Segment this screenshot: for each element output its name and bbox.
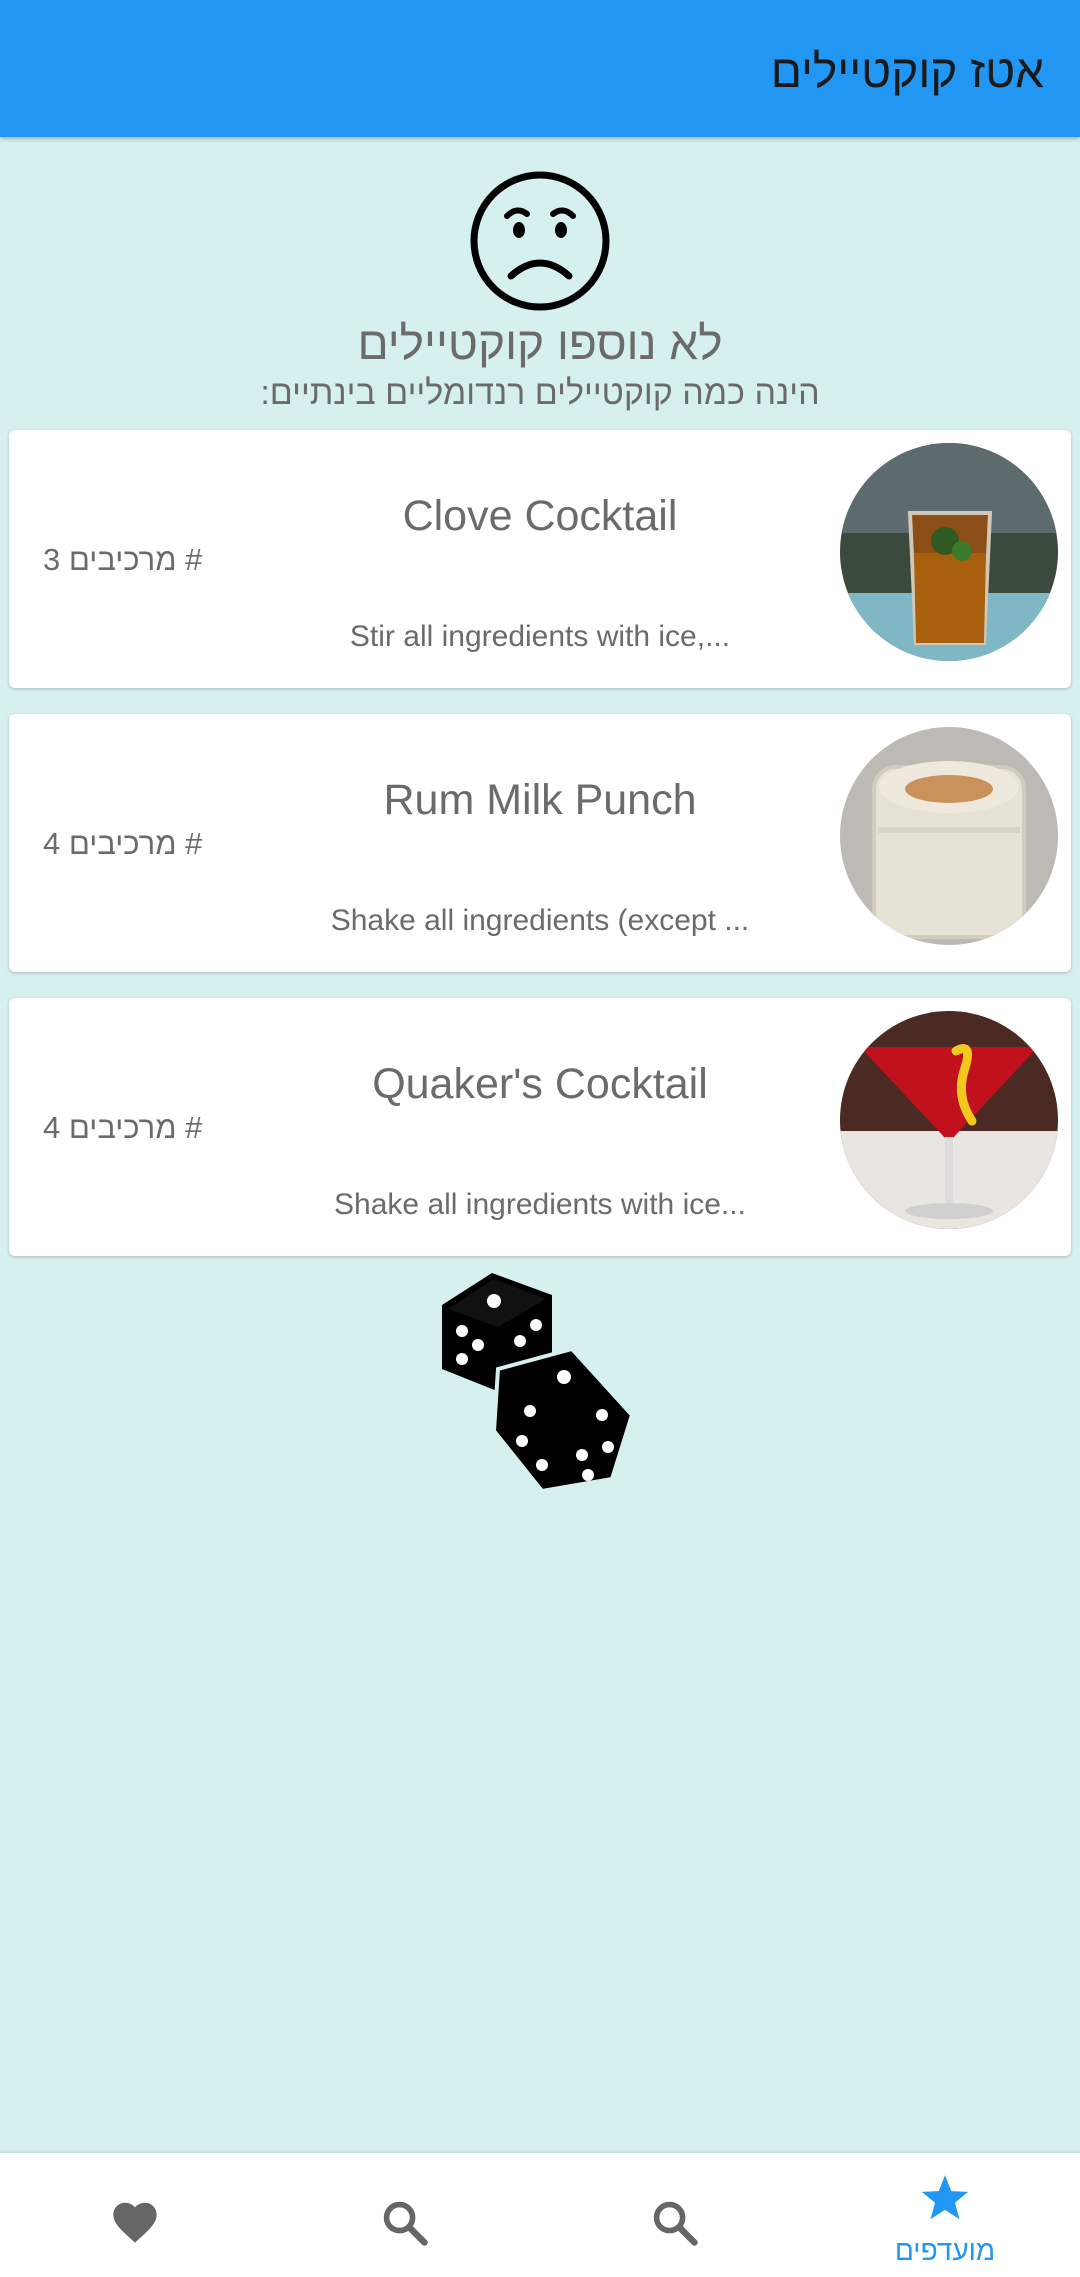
app-title: אטז קוקטיילים — [770, 45, 1044, 97]
cocktail-description: Stir all ingredients with ice,... — [349, 620, 731, 653]
cocktail-card-clove[interactable]: Clove Cocktail # מרכיבים 3 Stir all ingr… — [9, 430, 1071, 688]
ingredient-count: # מרכיבים 4 — [43, 1110, 203, 1145]
cocktail-name: Clove Cocktail — [402, 492, 678, 540]
bottom-navigation: מועדפים — [0, 2153, 1080, 2277]
ingredient-count: # מרכיבים 3 — [43, 542, 203, 577]
nav-item-search-2[interactable] — [540, 2153, 810, 2277]
nav-label-favorites: מועדפים — [894, 2235, 996, 2266]
sad-face-icon — [470, 171, 610, 311]
search-icon — [653, 2201, 698, 2246]
nav-item-liked[interactable] — [0, 2153, 270, 2277]
dice-icon — [442, 1273, 635, 1494]
cocktail-description: Shake all ingredients with ice... — [334, 1188, 746, 1221]
heart-icon — [113, 2202, 157, 2243]
empty-title: לא נוספו קוקטיילים — [357, 317, 723, 369]
empty-subtitle: הינה כמה קוקטיילים רנדומליים בינתיים: — [260, 373, 820, 412]
nav-item-favorites[interactable]: מועדפים — [810, 2153, 1080, 2277]
cocktail-card-rum-milk-punch[interactable]: Rum Milk Punch # מרכיבים 4 Shake all ing… — [9, 714, 1071, 972]
cocktail-description: Shake all ingredients (except ... — [330, 904, 750, 937]
cocktail-card-quakers[interactable]: Quaker's Cocktail # מרכיבים 4 Shake all … — [9, 998, 1071, 1256]
cocktail-name: Rum Milk Punch — [383, 776, 697, 824]
app-bar: אטז קוקטיילים — [0, 0, 1080, 137]
nav-item-search-1[interactable] — [270, 2153, 540, 2277]
random-dice-button[interactable] — [432, 1265, 642, 1500]
ingredient-count: # מרכיבים 4 — [43, 826, 203, 861]
cocktail-name: Quaker's Cocktail — [372, 1060, 708, 1108]
empty-state: לא נוספו קוקטיילים הינה כמה קוקטיילים רנ… — [0, 170, 1080, 412]
star-icon — [921, 2175, 969, 2220]
search-icon — [383, 2201, 428, 2246]
